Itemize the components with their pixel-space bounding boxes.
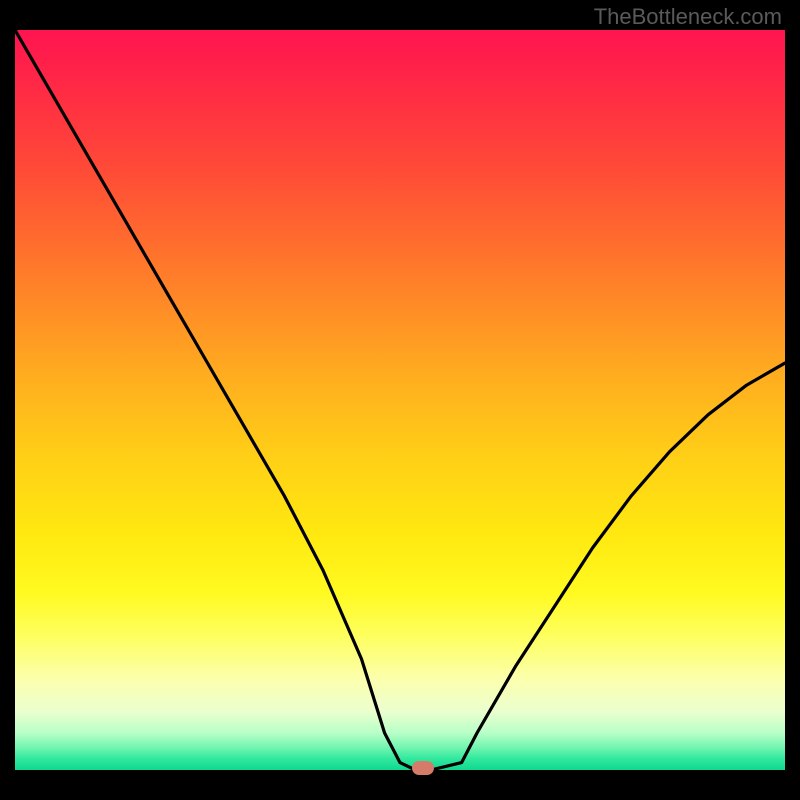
watermark-text: TheBottleneck.com: [594, 4, 782, 30]
chart-plot-area: [15, 30, 785, 770]
bottleneck-curve: [15, 30, 785, 770]
optimal-marker: [412, 761, 434, 775]
